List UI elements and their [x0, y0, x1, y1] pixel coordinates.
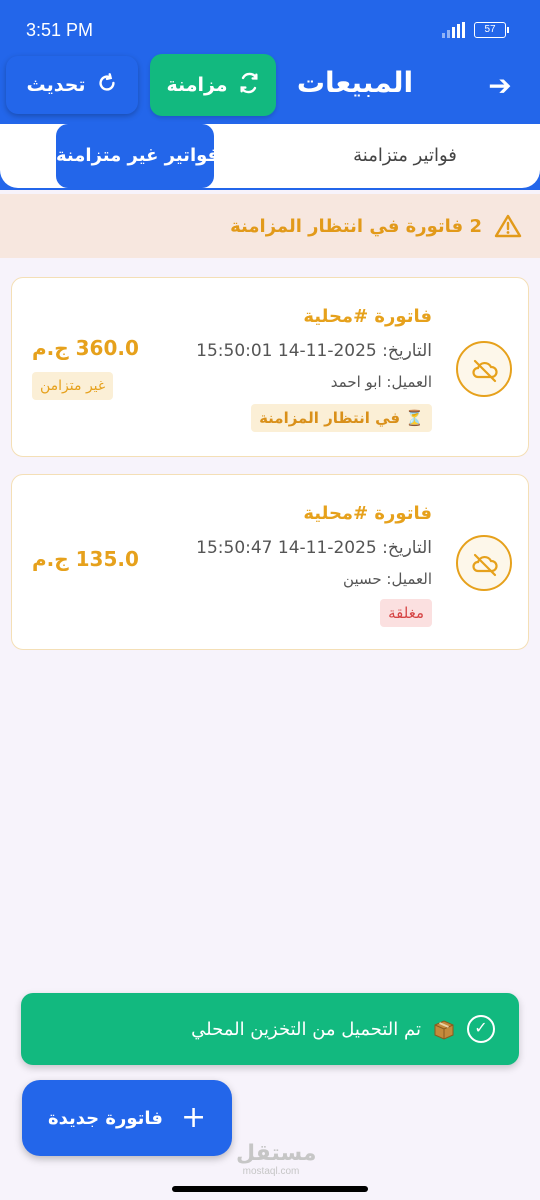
tab-bar: فواتير متزامنة فواتير غير متزامنة: [0, 124, 540, 188]
refresh-button[interactable]: تحديث: [6, 56, 138, 114]
toast-notification: ✓ تم التحميل من التخزين المحلي: [21, 993, 519, 1065]
warning-icon: [494, 214, 522, 238]
tab-unsynced-invoices[interactable]: فواتير غير متزامنة: [56, 124, 214, 188]
package-icon: [434, 1020, 454, 1040]
invoice-client: العميل: حسين: [343, 570, 432, 588]
new-invoice-label: فاتورة جديدة: [47, 1107, 163, 1129]
invoice-title: فاتورة #محلية: [303, 306, 432, 327]
pending-status-badge: ⏳ في انتظار المزامنة: [251, 404, 432, 432]
invoice-card[interactable]: فاتورة #محلية التاريخ: 2025-11-14 15:50:…: [11, 277, 529, 457]
banner-text: 2 فاتورة في انتظار المزامنة: [230, 215, 482, 237]
tab-synced-invoices[interactable]: فواتير متزامنة: [300, 124, 510, 188]
status-time: 3:51 PM: [26, 20, 94, 40]
sync-icon: [238, 72, 260, 99]
invoice-date: التاريخ: 2025-11-14 15:50:47: [196, 538, 432, 558]
signal-icon: [442, 22, 466, 38]
battery-icon: 57: [474, 22, 509, 38]
watermark-arabic: مستقل: [236, 1141, 317, 1166]
watermark-english: mostaql.com: [242, 1166, 300, 1177]
invoice-title: فاتورة #محلية: [303, 503, 432, 524]
plus-icon: +: [180, 1100, 207, 1135]
invoice-amount: 360.0 ج.م: [32, 336, 139, 360]
home-indicator[interactable]: [172, 1186, 368, 1192]
cloud-off-icon: [456, 535, 512, 591]
invoice-client: العميل: ابو احمد: [330, 373, 432, 391]
sync-label: مزامنة: [166, 74, 228, 96]
refresh-label: تحديث: [26, 74, 86, 96]
status-bar: 3:51 PM 57: [0, 0, 540, 60]
page-title: المبيعات: [296, 66, 414, 99]
pending-sync-banner: 2 فاتورة في انتظار المزامنة: [0, 194, 540, 258]
watermark: مستقل mostaql.com: [236, 1141, 317, 1178]
toast-text: تم التحميل من التخزين المحلي: [191, 1018, 421, 1040]
invoice-date: التاريخ: 2025-11-14 15:50:01: [196, 341, 432, 361]
invoice-amount: 135.0 ج.م: [32, 547, 139, 571]
invoice-card[interactable]: فاتورة #محلية التاريخ: 2025-11-14 15:50:…: [11, 474, 529, 650]
closed-status-badge: مغلقة: [380, 599, 432, 627]
sync-button[interactable]: مزامنة: [150, 54, 276, 116]
new-invoice-button[interactable]: + فاتورة جديدة: [22, 1080, 232, 1156]
unsynced-badge: غير متزامن: [32, 372, 114, 400]
check-circle-icon: ✓: [467, 1015, 495, 1043]
refresh-icon: [96, 72, 118, 99]
back-arrow-icon[interactable]: ➔: [482, 68, 518, 104]
cloud-off-icon: [456, 341, 512, 397]
